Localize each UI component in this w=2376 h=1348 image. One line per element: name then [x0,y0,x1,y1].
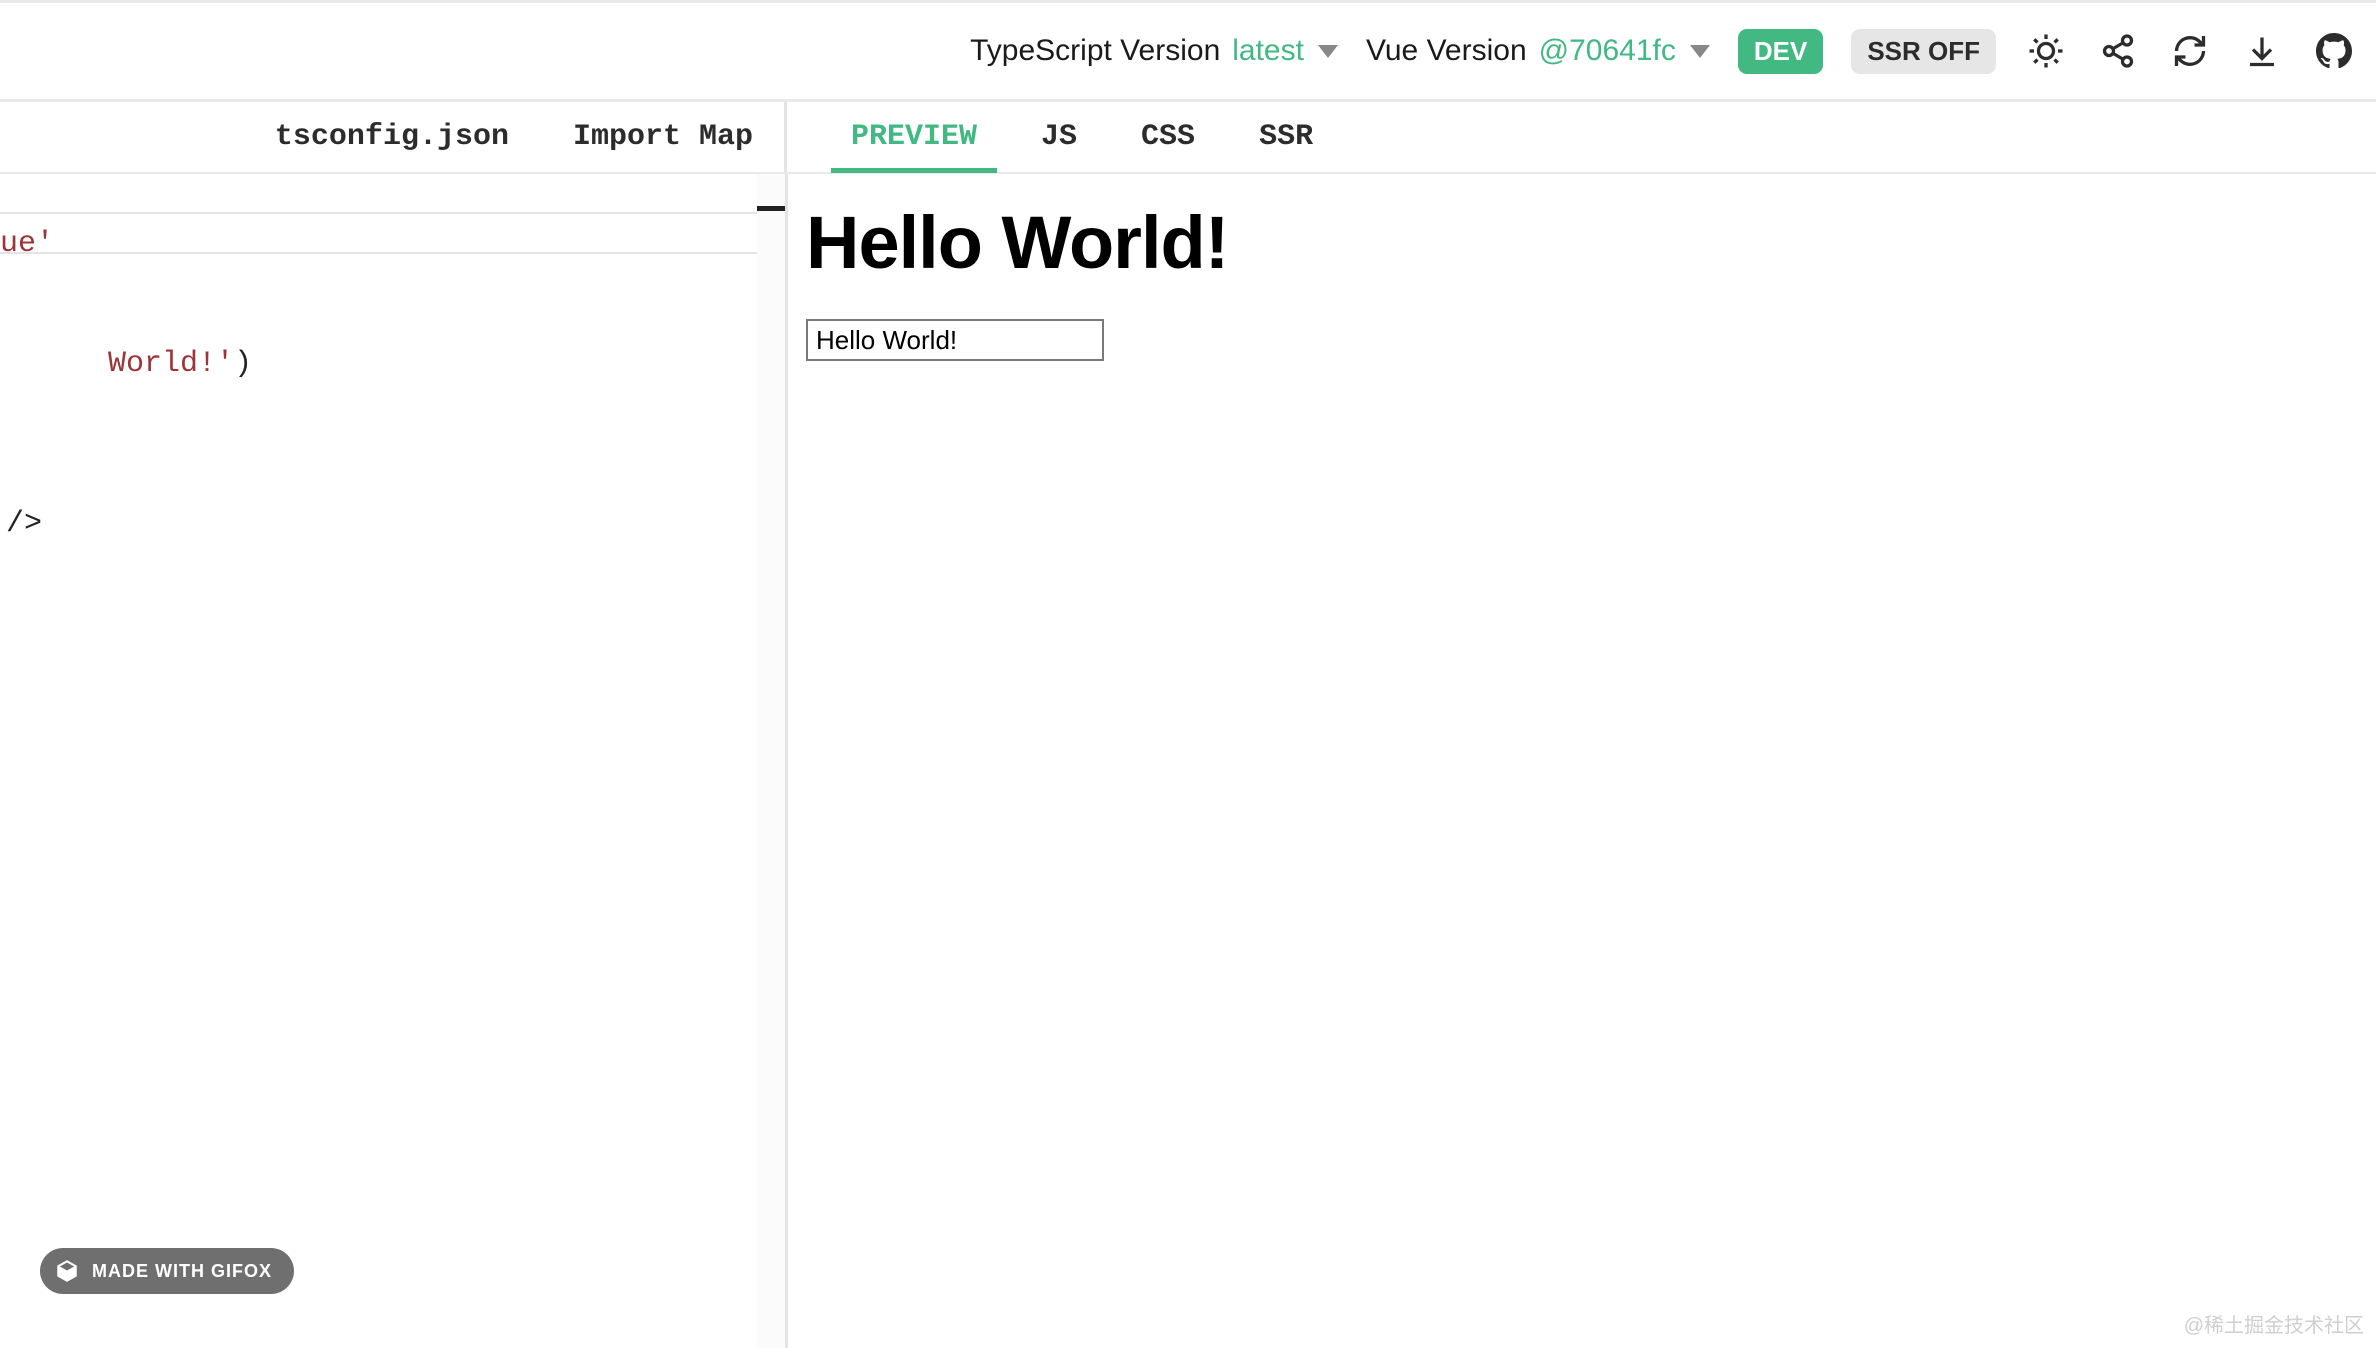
gifox-logo-icon [54,1258,80,1284]
theme-icon[interactable] [2024,29,2068,73]
typescript-version-select[interactable]: TypeScript Version latest [970,34,1338,68]
share-icon[interactable] [2096,29,2140,73]
top-header: TypeScript Version latest Vue Version @7… [0,0,2376,102]
pane-divider[interactable] [784,102,787,172]
typescript-version-label: TypeScript Version [970,34,1220,68]
tab-js[interactable]: JS [1009,102,1109,172]
gifox-badge[interactable]: MADE WITH GIFOX [40,1248,294,1294]
ssr-toggle-button[interactable]: SSR OFF [1851,29,1996,74]
output-tabs: PREVIEW JS CSS SSR [785,102,2376,172]
typescript-version-value: latest [1232,34,1304,68]
editor-minimap[interactable] [757,174,785,1348]
code-editor[interactable]: ue' World!') /> [0,174,785,1348]
preview-text-input[interactable] [806,319,1104,361]
dev-toggle-button[interactable]: DEV [1738,29,1823,74]
editor-tabs: tsconfig.json Import Map [0,102,785,172]
tab-tsconfig[interactable]: tsconfig.json [243,102,541,172]
vue-version-select[interactable]: Vue Version @70641fc [1366,34,1710,68]
chevron-down-icon[interactable] [1318,45,1338,58]
preview-heading: Hello World! [806,200,2358,285]
tab-preview[interactable]: PREVIEW [819,102,1009,172]
chevron-down-icon[interactable] [1690,45,1710,58]
tab-bar: tsconfig.json Import Map PREVIEW JS CSS … [0,102,2376,174]
code-fragment: World!') [0,304,252,424]
github-icon[interactable] [2312,29,2356,73]
vue-version-value: @70641fc [1539,34,1676,68]
tab-css[interactable]: CSS [1109,102,1227,172]
body-split: ue' World!') /> Hello World! @稀土掘金技术社区 [0,174,2376,1348]
community-watermark: @稀土掘金技术社区 [2184,1309,2364,1338]
download-icon[interactable] [2240,29,2284,73]
code-fragment: /> [6,504,42,544]
tab-import-map[interactable]: Import Map [541,102,785,172]
tab-ssr[interactable]: SSR [1227,102,1345,172]
vue-version-label: Vue Version [1366,34,1527,68]
preview-pane: Hello World! @稀土掘金技术社区 [788,174,2376,1348]
code-fragment: ue' [0,224,54,264]
gifox-badge-label: MADE WITH GIFOX [92,1261,272,1282]
reload-icon[interactable] [2168,29,2212,73]
